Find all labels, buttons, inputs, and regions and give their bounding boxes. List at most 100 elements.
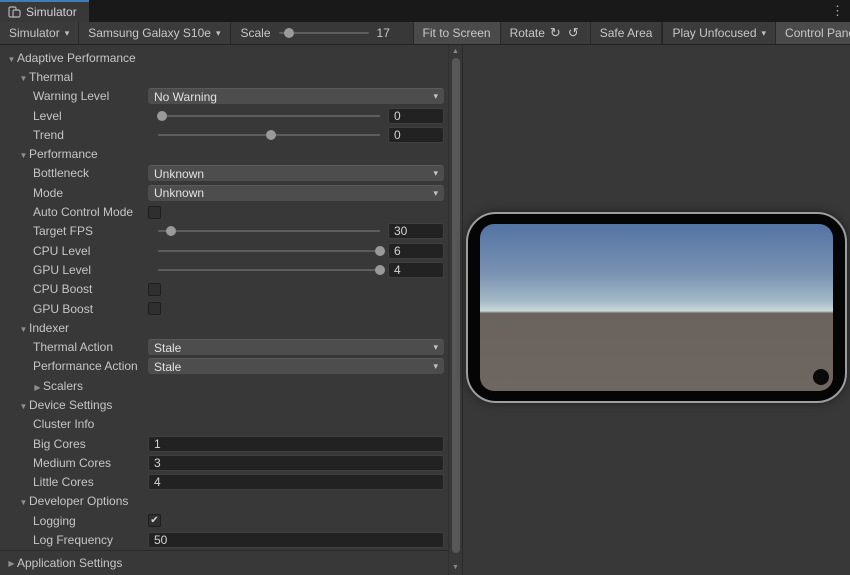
field-label: Logging bbox=[0, 514, 76, 528]
toolbar: Simulator ▾ Samsung Galaxy S10e ▾ Scale … bbox=[0, 22, 850, 45]
foldout-indexer[interactable]: ▼Indexer bbox=[0, 321, 69, 335]
field-label: Level bbox=[0, 109, 62, 123]
mode-dropdown[interactable]: Unknown▾ bbox=[148, 185, 444, 201]
trend-value-field[interactable]: 0 bbox=[388, 127, 444, 143]
warning-level-dropdown[interactable]: No Warning ▾ bbox=[148, 88, 444, 104]
bottleneck-dropdown[interactable]: Unknown ▾ bbox=[148, 165, 444, 181]
target-fps-value-field[interactable]: 30 bbox=[388, 223, 444, 239]
field-control: Unknown ▾ bbox=[148, 165, 444, 181]
scale-value: 17 bbox=[377, 26, 403, 40]
dropdown-value: Unknown bbox=[154, 167, 204, 181]
gpu-level-slider[interactable] bbox=[158, 269, 380, 271]
field-label: Warning Level bbox=[0, 89, 109, 103]
row-medium-cores: Medium Cores 3 bbox=[0, 453, 448, 472]
level-slider[interactable] bbox=[158, 115, 380, 117]
control-panel-button[interactable]: Control Panel bbox=[776, 22, 850, 44]
trend-slider[interactable] bbox=[158, 134, 380, 136]
slider-handle[interactable] bbox=[266, 130, 276, 140]
foldout-performance[interactable]: ▼Performance bbox=[0, 147, 98, 161]
scroll-up-icon[interactable]: ▲ bbox=[449, 48, 462, 55]
device-screen[interactable] bbox=[480, 224, 833, 391]
slider-handle[interactable] bbox=[166, 226, 176, 236]
kebab-menu-icon[interactable]: ⋮ bbox=[831, 0, 844, 22]
field-label: Medium Cores bbox=[0, 456, 111, 470]
field-control bbox=[148, 301, 444, 317]
dropdown-value: No Warning bbox=[154, 90, 217, 104]
chevron-down-icon: ▾ bbox=[433, 91, 438, 102]
safe-area-button[interactable]: Safe Area bbox=[591, 22, 663, 44]
cpu-level-value-field[interactable]: 6 bbox=[388, 243, 444, 259]
scale-group: Scale 17 bbox=[231, 22, 414, 44]
scale-slider[interactable] bbox=[279, 32, 369, 34]
medium-cores-input[interactable]: 3 bbox=[148, 455, 444, 471]
field-control: 50 bbox=[148, 532, 444, 548]
foldout-collapsed-icon: ▶ bbox=[6, 559, 17, 568]
scale-label: Scale bbox=[241, 26, 271, 40]
row-trend: Trend0 bbox=[0, 125, 448, 144]
field-label: Cluster Info bbox=[0, 417, 94, 431]
slider-handle[interactable] bbox=[375, 265, 385, 275]
logging-checkbox[interactable]: ✔ bbox=[148, 514, 161, 527]
row-logging: Logging ✔ bbox=[0, 511, 448, 530]
foldout-thermal[interactable]: ▼Thermal bbox=[0, 70, 73, 84]
checkmark-icon: ✔ bbox=[150, 516, 158, 526]
row-mode: ModeUnknown▾ bbox=[0, 183, 448, 202]
field-label: Big Cores bbox=[0, 437, 86, 451]
cpu-boost-checkbox[interactable] bbox=[148, 283, 161, 296]
scroll-down-icon[interactable]: ▼ bbox=[449, 564, 462, 571]
slider-handle[interactable] bbox=[157, 111, 167, 121]
field-label: GPU Level bbox=[0, 263, 91, 277]
big-cores-input[interactable]: 1 bbox=[148, 436, 444, 452]
vertical-scrollbar[interactable]: ▲ ▼ bbox=[448, 45, 462, 575]
thermal-action-dropdown[interactable]: Stale▾ bbox=[148, 339, 444, 355]
auto-control-mode-checkbox[interactable] bbox=[148, 206, 161, 219]
foldout-expanded-icon: ▼ bbox=[18, 151, 29, 160]
tab-simulator[interactable]: Simulator bbox=[0, 0, 89, 22]
row-auto-control-mode: Auto Control Mode bbox=[0, 202, 448, 221]
tab-bar: Simulator ⋮ bbox=[0, 0, 850, 22]
field-label: CPU Boost bbox=[0, 282, 92, 296]
gpu-boost-checkbox[interactable] bbox=[148, 302, 161, 315]
row-gpu-boost: GPU Boost bbox=[0, 299, 448, 318]
chevron-down-icon: ▾ bbox=[433, 168, 438, 179]
level-value-field[interactable]: 0 bbox=[388, 108, 444, 124]
field-control: 4 bbox=[148, 474, 444, 490]
scale-slider-handle[interactable] bbox=[284, 28, 294, 38]
foldout-expanded-icon: ▼ bbox=[18, 74, 29, 83]
rotate-ccw-icon[interactable]: ↺ bbox=[568, 25, 581, 41]
play-unfocused-dropdown[interactable]: Play Unfocused ▾ bbox=[663, 22, 776, 44]
row-device-settings: ▼Device Settings bbox=[0, 395, 448, 414]
cpu-level-slider[interactable] bbox=[158, 250, 380, 252]
row-cluster-info: Cluster Info bbox=[0, 415, 448, 434]
simulated-device-frame bbox=[466, 212, 847, 403]
foldout-developer-options[interactable]: ▼Developer Options bbox=[0, 494, 128, 508]
performance-action-dropdown[interactable]: Stale▾ bbox=[148, 358, 444, 374]
device-select-dropdown[interactable]: Samsung Galaxy S10e ▾ bbox=[79, 22, 230, 44]
fit-to-screen-button[interactable]: Fit to Screen bbox=[414, 22, 501, 44]
row-target-fps: Target FPS30 bbox=[0, 222, 448, 241]
field-label: Performance Action bbox=[0, 359, 138, 373]
row-bottleneck: Bottleneck Unknown ▾ bbox=[0, 164, 448, 183]
row-log-frequency: Log Frequency50 bbox=[0, 530, 448, 549]
gpu-level-value-field[interactable]: 4 bbox=[388, 262, 444, 278]
field-control: 1 bbox=[148, 436, 444, 452]
application-settings-foldout[interactable]: ▶ Application Settings bbox=[0, 550, 448, 575]
dropdown-value: Stale bbox=[154, 341, 181, 355]
application-settings-label: Application Settings bbox=[17, 556, 122, 570]
foldout-adaptive-performance[interactable]: ▼Adaptive Performance bbox=[0, 51, 136, 65]
field-control: Stale▾ bbox=[148, 358, 444, 374]
field-label: Bottleneck bbox=[0, 166, 89, 180]
panel-rows: ▼Adaptive Performance ▼Thermal Warning Lev… bbox=[0, 45, 448, 550]
little-cores-input[interactable]: 4 bbox=[148, 474, 444, 490]
foldout-device-settings[interactable]: ▼Device Settings bbox=[0, 398, 112, 412]
log-frequency-input[interactable]: 50 bbox=[148, 532, 444, 548]
slider-handle[interactable] bbox=[375, 246, 385, 256]
field-control: No Warning ▾ bbox=[148, 88, 444, 104]
field-label: GPU Boost bbox=[0, 302, 93, 316]
rotate-cw-icon[interactable]: ↻ bbox=[550, 25, 563, 41]
dropdown-value: Stale bbox=[154, 360, 181, 374]
scrollbar-thumb[interactable] bbox=[452, 58, 460, 553]
simulator-mode-dropdown[interactable]: Simulator ▾ bbox=[0, 22, 79, 44]
target-fps-slider[interactable] bbox=[158, 230, 380, 232]
foldout-scalers[interactable]: ▶Scalers bbox=[0, 379, 83, 393]
